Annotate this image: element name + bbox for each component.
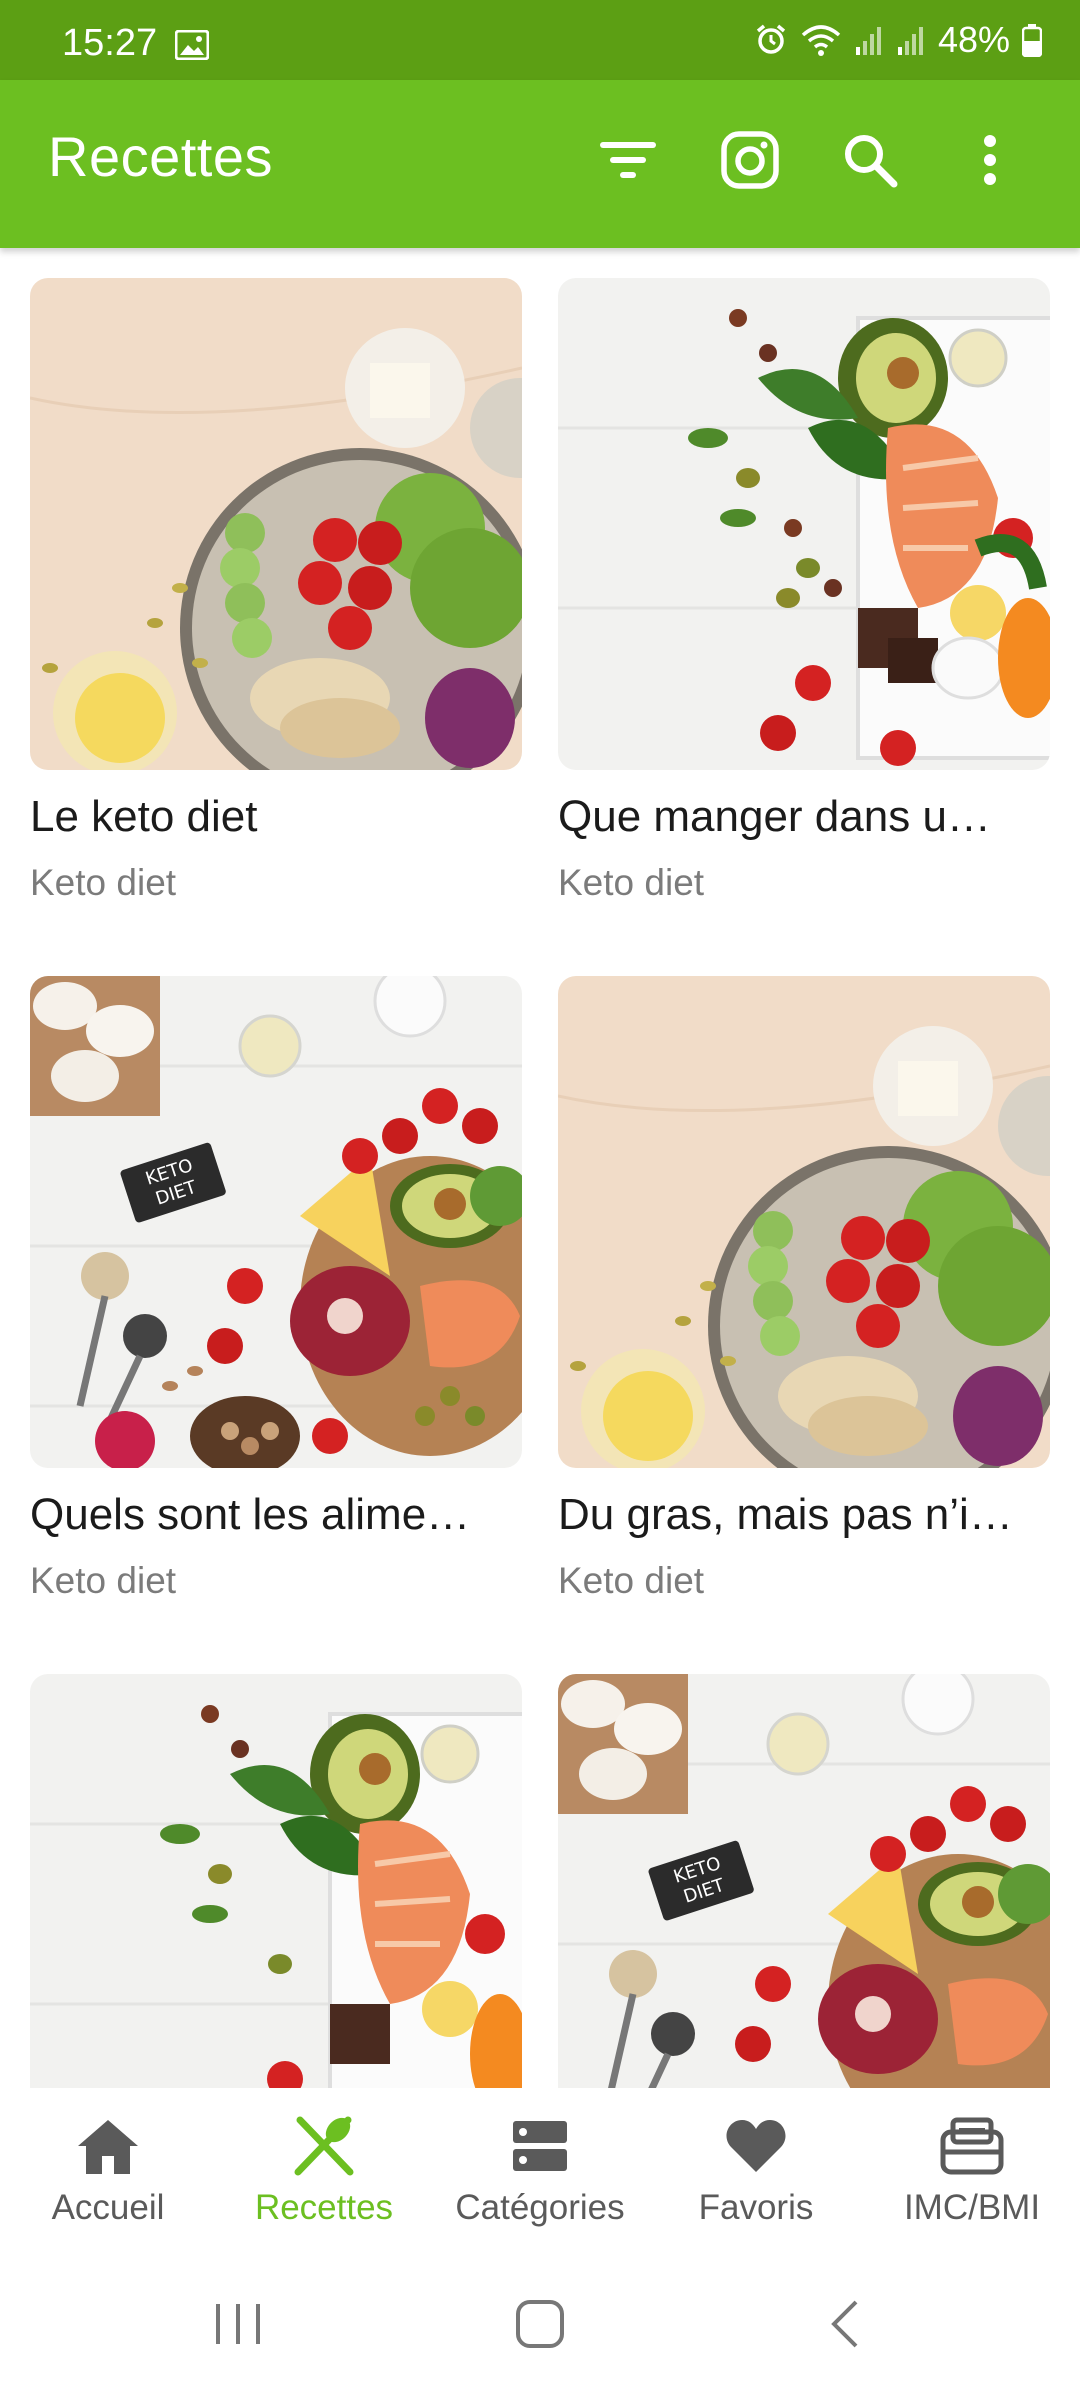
recipe-category: Keto diet — [558, 1560, 705, 1601]
recipe-title: Du gras, mais pas n’i… — [558, 1490, 1013, 1539]
alarm-icon — [754, 23, 788, 57]
recipe-card[interactable]: Que manger dans u… Keto diet — [558, 278, 1050, 904]
nav-item-favoris[interactable]: Favoris — [656, 2114, 856, 2228]
system-navigation-bar — [0, 2252, 1080, 2400]
nav-label: Favoris — [698, 2188, 814, 2227]
instagram-button[interactable] — [714, 126, 786, 198]
nav-item-imc-bmi[interactable]: IMC/BMI — [872, 2114, 1072, 2228]
recipe-category: Keto diet — [558, 862, 705, 903]
signal-icon — [854, 23, 884, 57]
recipe-card[interactable]: Du gras, mais pas n’i… Keto diet — [558, 976, 1050, 1602]
scale-icon — [872, 2114, 1072, 2178]
signal-icon — [896, 23, 926, 57]
nav-label: Catégories — [455, 2188, 625, 2227]
recipe-image-salmon-tray — [558, 278, 1050, 770]
fork-knife-icon — [224, 2114, 424, 2178]
recipe-card[interactable] — [30, 1674, 522, 2088]
recipe-grid: Le keto diet Keto diet Que manger dans u… — [0, 248, 1080, 2088]
recipe-image-salmon-tray — [30, 1674, 522, 2088]
recipe-card[interactable]: KETO DIET Quels sont les alime… Keto diet — [30, 976, 522, 1602]
recipe-category: Keto diet — [30, 862, 177, 903]
page-title: Recettes — [48, 125, 273, 188]
nav-item-categories[interactable]: Catégories — [440, 2114, 640, 2228]
more-icon — [982, 134, 998, 191]
nav-label: IMC/BMI — [903, 2188, 1041, 2227]
nav-item-recettes[interactable]: Recettes — [224, 2114, 424, 2228]
nav-label: Accueil — [51, 2188, 165, 2227]
search-icon — [842, 132, 898, 193]
recipe-image-salad-bowl — [30, 278, 522, 770]
status-time: 15:27 — [62, 22, 158, 64]
filter-icon — [598, 138, 658, 187]
status-indicators: 48% — [754, 18, 1042, 62]
home-icon — [8, 2114, 208, 2178]
bottom-navigation: Accueil Recettes Catégories Favoris IMC/… — [0, 2088, 1080, 2252]
status-bar: 15:27 48% — [0, 0, 1080, 80]
recipe-title: Que manger dans u… — [558, 792, 991, 841]
recipe-image-keto-board: KETO DIET — [558, 1674, 1050, 2088]
recipe-title: Quels sont les alime… — [30, 1490, 471, 1539]
heart-icon — [656, 2114, 856, 2178]
recipe-title: Le keto diet — [30, 792, 258, 841]
battery-icon — [1022, 23, 1042, 57]
categories-icon — [440, 2114, 640, 2178]
app-bar: Recettes — [0, 80, 1080, 248]
recipe-image-salad-bowl — [558, 976, 1050, 1468]
recent-apps-icon[interactable] — [212, 2298, 264, 2355]
home-button-icon[interactable] — [514, 2298, 566, 2355]
recipe-image-keto-board: KETO DIET — [30, 976, 522, 1468]
filter-button[interactable] — [592, 126, 664, 198]
wifi-icon — [800, 23, 842, 57]
search-button[interactable] — [834, 126, 906, 198]
gallery-icon — [174, 29, 210, 61]
recipe-card[interactable]: KETO DIET — [558, 1674, 1050, 2088]
nav-label: Recettes — [254, 2188, 394, 2227]
back-icon[interactable] — [826, 2298, 866, 2355]
recipe-card[interactable]: Le keto diet Keto diet — [30, 278, 522, 904]
more-options-button[interactable] — [954, 126, 1026, 198]
recipe-category: Keto diet — [30, 1560, 177, 1601]
battery-label: 48% — [937, 19, 1010, 60]
nav-item-accueil[interactable]: Accueil — [8, 2114, 208, 2228]
instagram-icon — [720, 130, 780, 195]
